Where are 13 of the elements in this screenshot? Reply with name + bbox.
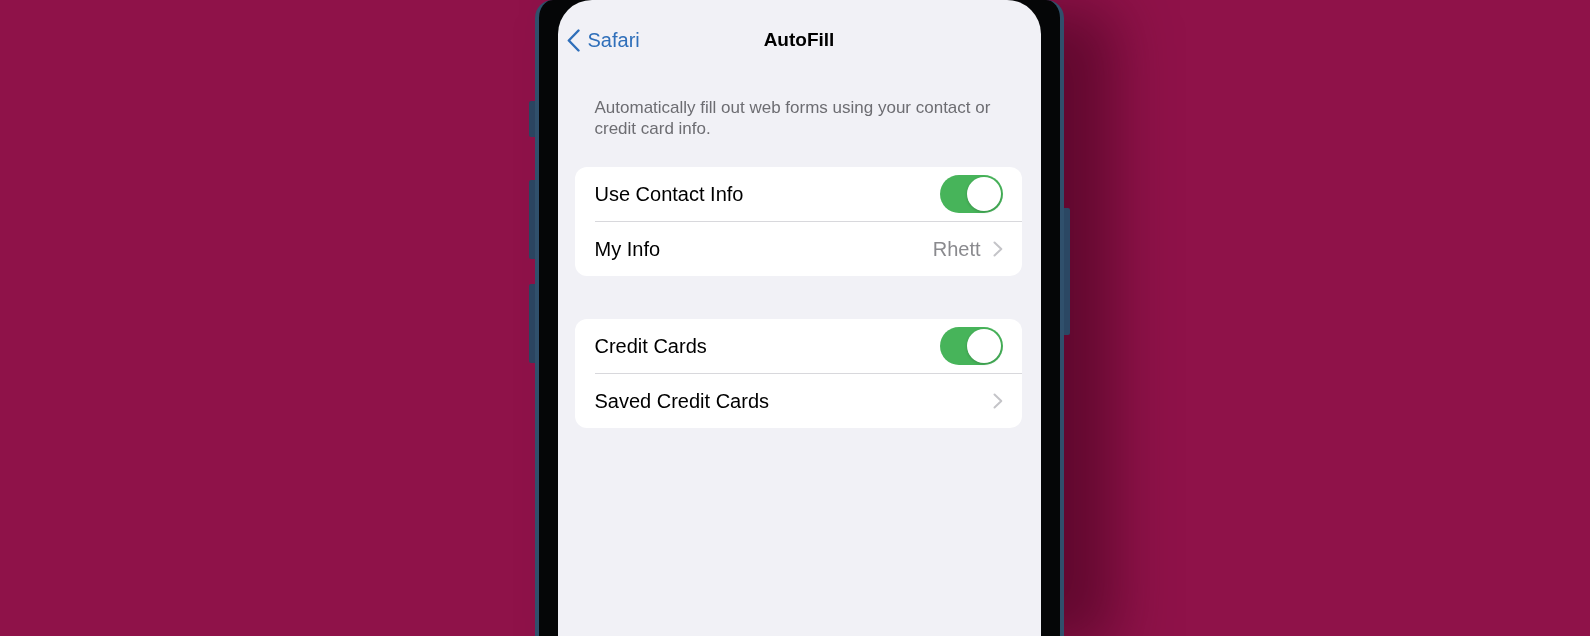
chevron-left-icon [566, 28, 580, 52]
toggle-switch[interactable] [939, 175, 1003, 213]
row-value: Rhett [932, 237, 981, 262]
page-title: AutoFill [763, 28, 835, 52]
row-label: Credit Cards [594, 334, 707, 359]
row-label[interactable]: My Info [594, 234, 661, 264]
back-button[interactable]: Safari [566, 25, 640, 55]
section-description: Automatically fill out web forms using your contact or credit card info. [593, 97, 992, 139]
chevron-right-icon [992, 241, 1003, 257]
row-label[interactable]: Saved Credit Cards [594, 386, 770, 416]
toggle-switch[interactable] [939, 327, 1003, 365]
row-label: Use Contact Info [594, 182, 744, 207]
chevron-right-icon [992, 393, 1003, 409]
